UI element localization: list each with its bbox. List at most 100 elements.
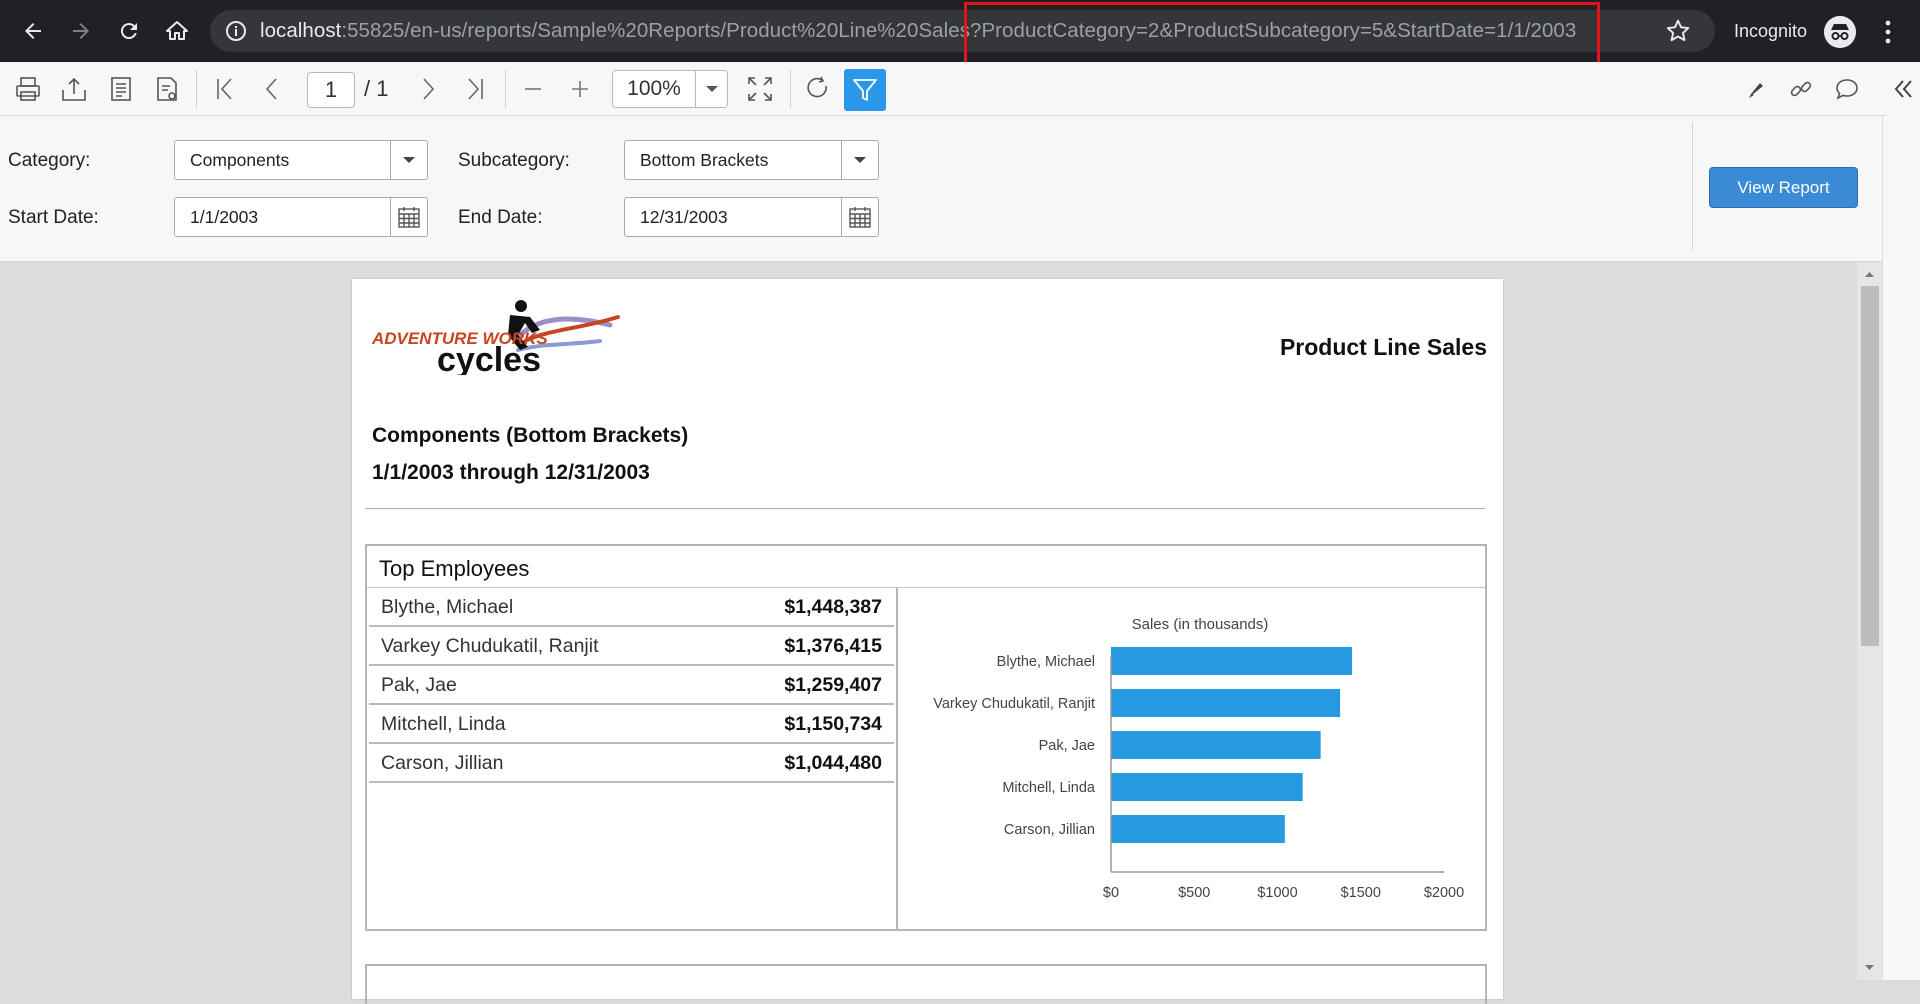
employee-name: Carson, Jillian [381, 752, 504, 774]
forward-arrow-icon [73, 23, 89, 39]
export-icon [62, 77, 86, 101]
zoom-dropdown-toggle[interactable] [695, 71, 728, 107]
scroll-down-icon[interactable] [1857, 958, 1882, 978]
category-dropdown-toggle[interactable] [390, 141, 427, 179]
employee-name: Blythe, Michael [381, 596, 514, 618]
link-button[interactable] [1783, 71, 1819, 107]
parameters-divider [1692, 122, 1693, 250]
subcategory-label: Subcategory: [458, 150, 570, 171]
page-total: / 1 [364, 76, 389, 101]
page-setup-button[interactable] [149, 71, 185, 107]
home-button[interactable] [157, 11, 197, 51]
chart-category-label: Mitchell, Linda [1002, 780, 1096, 796]
chart-category-label: Carson, Jillian [1004, 822, 1095, 838]
pen-icon [1749, 83, 1763, 98]
logo-wordmark: cycles [437, 341, 541, 375]
start-date-calendar-button[interactable] [390, 198, 427, 236]
reload-button[interactable] [109, 11, 149, 51]
category-select[interactable]: Components [174, 140, 428, 180]
chart-tick-label: $500 [1178, 885, 1210, 901]
refresh-icon [807, 76, 827, 98]
collapse-side-panel-button[interactable] [1886, 62, 1920, 116]
start-date-value: 1/1/2003 [190, 207, 259, 227]
subcategory-select[interactable]: Bottom Brackets [624, 140, 879, 180]
printer-icon [16, 77, 40, 101]
report-title: Product Line Sales [1279, 334, 1487, 360]
employee-sales: $1,044,480 [784, 752, 882, 774]
address-bar[interactable]: localhost:55825/en-us/reports/Sample%20R… [210, 10, 1715, 52]
side-panel-rail [1882, 116, 1920, 980]
first-page-button[interactable] [207, 71, 243, 107]
url-text[interactable]: localhost:55825/en-us/reports/Sample%20R… [260, 10, 1576, 52]
subcategory-dropdown-toggle[interactable] [841, 141, 878, 179]
scrollbar-thumb[interactable] [1861, 286, 1879, 646]
parameters-toggle-button[interactable] [844, 69, 886, 111]
scroll-up-icon[interactable] [1857, 264, 1882, 284]
url-path: :55825/en-us/reports/Sample%20Reports/Pr… [341, 19, 1577, 42]
section-title: Top Employees [379, 556, 530, 581]
last-page-button[interactable] [457, 71, 493, 107]
reload-icon [120, 23, 137, 40]
zoom-select[interactable]: 100% [612, 70, 728, 108]
back-button[interactable] [13, 11, 53, 51]
bookmark-star-icon[interactable] [1665, 18, 1691, 44]
comments-button[interactable] [1829, 71, 1865, 107]
comment-icon [1836, 79, 1858, 100]
zoom-in-button[interactable] [562, 71, 598, 107]
page-number-input[interactable]: 1 [307, 72, 355, 108]
chart-category-label: Pak, Jae [1039, 738, 1095, 754]
print-layout-button[interactable] [103, 71, 139, 107]
previous-page-button[interactable] [254, 71, 290, 107]
chart-tick-label: $0 [1103, 885, 1119, 901]
end-date-input[interactable]: 12/31/2003 [624, 197, 879, 237]
sales-bar-chart: Sales (in thousands) $0 $500 $1000 $1500 $20… [933, 616, 1464, 901]
view-report-button[interactable]: View Report [1709, 167, 1858, 208]
home-icon [166, 21, 188, 40]
refresh-report-button[interactable] [800, 71, 836, 107]
chart-tick-label: $1500 [1341, 885, 1381, 901]
chart-category-label: Varkey Chudukatil, Ranjit [933, 696, 1095, 712]
double-chevron-left-icon [1894, 80, 1912, 98]
browser-menu-icon[interactable] [1878, 17, 1898, 47]
first-page-icon [217, 78, 232, 100]
plus-icon [572, 81, 588, 97]
chevron-down-icon [403, 157, 415, 163]
start-date-label: Start Date: [8, 207, 99, 228]
export-button[interactable] [56, 71, 92, 107]
toolbar-divider [196, 70, 197, 108]
zoom-out-button[interactable] [515, 71, 551, 107]
incognito-label: Incognito [1734, 21, 1808, 41]
chart-category-label: Blythe, Michael [997, 654, 1095, 670]
next-section [365, 964, 1487, 1004]
chart-tick-label: $1000 [1257, 885, 1297, 901]
info-icon[interactable] [224, 19, 248, 43]
chevron-down-icon [706, 86, 718, 92]
chart-bar [1111, 689, 1341, 717]
report-subtitle-daterange: 1/1/2003 through 12/31/2003 [372, 461, 650, 484]
chevron-left-icon [265, 78, 277, 100]
page-settings-icon [157, 77, 177, 101]
start-date-input[interactable]: 1/1/2003 [174, 197, 428, 237]
top-employees-section: Top Employees Blythe, Michael $1,448,387… [365, 544, 1487, 931]
chart-bar [1111, 815, 1285, 843]
employee-name: Varkey Chudukatil, Ranjit [381, 635, 599, 657]
forward-button[interactable] [61, 11, 101, 51]
highlight-button[interactable] [1737, 71, 1773, 107]
chart-bar [1111, 731, 1321, 759]
table-row: Varkey Chudukatil, Ranjit $1,376,415 [369, 627, 894, 666]
end-date-calendar-button[interactable] [841, 198, 878, 236]
incognito-icon[interactable] [1824, 16, 1856, 48]
next-page-button[interactable] [410, 71, 446, 107]
chart-bar [1111, 773, 1303, 801]
end-date-value: 12/31/2003 [640, 207, 728, 227]
fit-page-button[interactable] [742, 71, 778, 107]
table-row: Pak, Jae $1,259,407 [369, 666, 894, 705]
table-row: Blythe, Michael $1,448,387 [369, 588, 894, 627]
print-button[interactable] [10, 71, 46, 107]
toolbar-divider [505, 70, 506, 108]
end-date-label: End Date: [458, 207, 543, 228]
parameters-panel: Category: Components Subcategory: Bottom… [0, 116, 1882, 262]
table-row: Carson, Jillian $1,044,480 [369, 744, 894, 783]
url-host: localhost [260, 19, 342, 42]
employee-sales: $1,259,407 [784, 674, 882, 696]
